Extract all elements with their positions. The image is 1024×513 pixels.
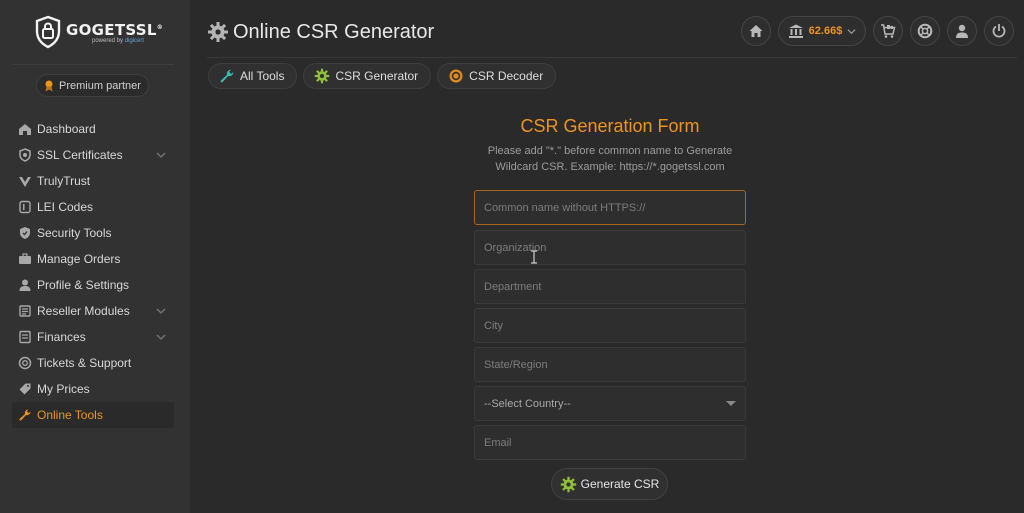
sidebar-item-online-tools[interactable]: Online Tools [12,402,174,428]
sidebar-item-label: Profile & Settings [37,278,130,292]
page-title: Online CSR Generator [207,20,434,44]
chevron-down-icon[interactable] [156,306,166,316]
header-divider [207,57,1017,58]
support-button[interactable] [910,16,940,46]
finances-icon [17,329,33,345]
balance-dropdown[interactable]: 62.66$ [778,16,866,46]
sidebar-item-label: SSL Certificates [37,148,123,162]
tab-all-tools[interactable]: All Tools [208,63,298,89]
sidebar-item-tickets-support[interactable]: Tickets & Support [12,350,174,376]
tab-label: All Tools [240,69,285,83]
shield-lock-logo-icon [35,15,61,49]
tab-label: CSR Decoder [469,69,544,83]
lifebuoy-icon [917,23,933,39]
form-hint-line: Please add "*." before common name to Ge… [487,145,733,157]
bank-icon [788,24,803,38]
briefcase-icon [17,251,33,267]
modules-icon [17,303,33,319]
common-name-input[interactable] [474,190,746,225]
decoder-icon [449,69,463,83]
account-button[interactable] [947,16,977,46]
generate-csr-button[interactable]: Generate CSR [551,468,668,500]
department-input[interactable] [474,269,746,304]
powered-brand: digicert [124,37,145,44]
page-title-text: Online CSR Generator [233,20,435,43]
sidebar-item-label: Security Tools [37,226,112,240]
sidebar-item-manage-orders[interactable]: Manage Orders [12,246,174,272]
tab-label: CSR Generator [335,69,419,83]
sidebar-item-profile-settings[interactable]: Profile & Settings [12,272,174,298]
country-select[interactable]: --Select Country-- [474,386,746,421]
wrench-icon [220,69,234,83]
sidebar-item-dashboard[interactable]: Dashboard [12,116,174,142]
state-region-input[interactable] [474,347,746,382]
chevron-down-icon[interactable] [156,332,166,342]
sidebar-item-label: LEI Codes [37,200,94,214]
email-input[interactable] [474,425,746,460]
wrench-icon [17,407,33,423]
home-icon [749,25,763,37]
sidebar-nav: Dashboard SSL Certificates TrulyTrust LE… [12,116,174,428]
premium-partner-badge[interactable]: Premium partner [36,74,149,97]
home-button[interactable] [741,16,771,46]
logout-button[interactable] [984,16,1014,46]
chevron-down-icon[interactable] [156,150,166,160]
chevron-down-icon [847,28,856,34]
user-icon [956,24,968,38]
sidebar-item-label: TrulyTrust [37,174,91,188]
sidebar-item-finances[interactable]: Finances [12,324,174,350]
sidebar-item-label: Tickets & Support [37,356,132,370]
form-title: CSR Generation Form [520,116,700,136]
gear-icon [560,476,576,492]
sidebar-item-lei-codes[interactable]: LEI Codes [12,194,174,220]
form-hint-line: Wildcard CSR. Example: https://*.gogetss… [495,161,725,173]
tag-icon [17,381,33,397]
sidebar-item-label: Reseller Modules [37,304,130,318]
sidebar-item-my-prices[interactable]: My Prices [12,376,174,402]
sidebar-item-label: Online Tools [37,408,103,422]
top-toolbar: 62.66$ [741,16,1014,46]
caret-down-icon [726,401,736,406]
gear-icon [208,22,228,42]
award-icon [45,80,53,91]
sidebar-item-security-tools[interactable]: Security Tools [12,220,174,246]
sidebar-divider [12,64,174,65]
gear-icon [315,68,330,84]
user-icon [17,277,33,293]
sidebar-item-label: Dashboard [37,122,96,136]
sidebar-item-label: My Prices [37,382,90,396]
sidebar-item-trulytrust[interactable]: TrulyTrust [12,168,174,194]
power-icon [992,24,1006,38]
text-cursor-icon [531,250,537,264]
sidebar: GOGETSSL® powered by digicert Premium pa… [0,0,190,513]
tab-csr-decoder[interactable]: CSR Decoder [437,63,557,89]
certificate-icon [17,147,33,163]
lei-icon [17,199,33,215]
powered-prefix: powered by [92,37,124,44]
form-hint: Please add "*." before common name to Ge… [474,143,746,175]
dashboard-icon [17,121,33,137]
sidebar-item-label: Finances [37,330,86,344]
premium-partner-label: Premium partner [59,79,141,92]
city-input[interactable] [474,308,746,343]
balance-amount: 62.66$ [808,25,843,37]
registered-mark: ® [156,23,164,31]
generate-csr-label: Generate CSR [580,477,660,491]
country-select-value: --Select Country-- [484,397,571,410]
cart-button[interactable] [873,16,903,46]
brand-name: GOGETSSL [66,20,157,39]
shield-icon [17,225,33,241]
powered-by: powered by digicert [92,38,163,44]
tool-tabs: All Tools CSR Generator CSR Decoder [208,63,557,89]
sidebar-item-label: Manage Orders [37,252,121,266]
support-icon [17,355,33,371]
brand-logo[interactable]: GOGETSSL® powered by digicert [34,14,164,50]
cart-icon [881,24,896,38]
sidebar-item-ssl-certificates[interactable]: SSL Certificates [12,142,174,168]
organization-input[interactable] [474,230,746,265]
trulytrust-icon [17,173,33,189]
tab-csr-generator[interactable]: CSR Generator [303,63,432,89]
sidebar-item-reseller-modules[interactable]: Reseller Modules [12,298,174,324]
